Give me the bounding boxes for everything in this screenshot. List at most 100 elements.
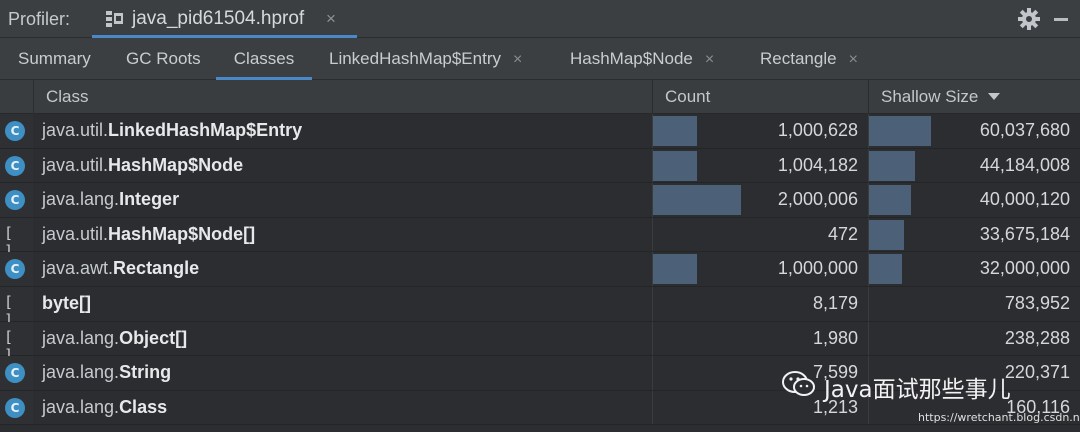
row-gutter: C xyxy=(0,148,33,183)
class-simple-name: LinkedHashMap$Entry xyxy=(108,120,303,140)
shallow-size-value: 60,037,680 xyxy=(979,120,1070,140)
class-simple-name: Integer xyxy=(119,189,180,210)
count-value: 1,980 xyxy=(812,327,858,348)
class-icon: C xyxy=(5,190,25,211)
class-icon: C xyxy=(5,155,25,176)
count-cell: 472 xyxy=(652,217,868,252)
shallow-size-cell: 60,037,680 xyxy=(868,114,1080,148)
table-row[interactable]: [ ] java.util.HashMap$Node[] 472 33,675,184 xyxy=(0,217,1080,260)
count-value: 1,004,182 xyxy=(777,154,858,175)
watermark: Java面试那些事儿 xyxy=(782,366,1072,406)
sort-descending-icon[interactable] xyxy=(988,93,1000,100)
class-simple-name: HashMap$Node xyxy=(108,154,244,175)
table-row[interactable]: [ ] byte[] 8,179 783,952 xyxy=(0,286,1080,329)
shallow-size-cell: 32,000,000 xyxy=(868,252,1080,286)
tab-hashmap-node[interactable]: HashMap$Node × xyxy=(570,38,714,80)
count-cell: 8,179 xyxy=(652,286,868,321)
table-row[interactable]: Cjava.lang.Integer 2,000,006 40,000,120 xyxy=(0,183,1080,218)
class-icon: C xyxy=(5,121,25,141)
shallow-size-value: 238,288 xyxy=(1004,327,1070,348)
table-row[interactable]: [ ] java.lang.Object[] 1,980 238,288 xyxy=(0,321,1080,364)
watermark-text: Java面试那些事儿 xyxy=(824,377,1011,403)
shallow-size-bar xyxy=(869,150,915,181)
close-icon[interactable]: × xyxy=(513,51,522,68)
class-package: java.lang. xyxy=(42,396,120,417)
class-package: java.util. xyxy=(42,223,109,244)
tab-linkedhashmap-entry[interactable]: LinkedHashMap$Entry × xyxy=(329,38,522,80)
count-value: 2,000,006 xyxy=(777,189,858,210)
count-cell: 1,980 xyxy=(652,321,868,356)
shallow-size-cell: 40,000,120 xyxy=(868,183,1080,217)
shallow-size-bar xyxy=(869,185,911,216)
shallow-size-value: 44,184,008 xyxy=(979,154,1070,175)
class-name: java.lang.Integer xyxy=(42,189,179,210)
column-header-class[interactable]: Class xyxy=(46,87,89,107)
column-divider[interactable] xyxy=(652,80,653,114)
class-icon: C xyxy=(5,397,25,418)
shallow-size-value: 32,000,000 xyxy=(979,258,1070,279)
class-package: java.lang. xyxy=(42,362,120,383)
class-simple-name: Class xyxy=(119,396,168,417)
column-header-shallow-size[interactable]: Shallow Size xyxy=(881,87,978,107)
class-name: java.awt.Rectangle xyxy=(42,258,199,279)
profiler-tabs: Summary GC Roots Classes LinkedHashMap$E… xyxy=(0,38,1080,80)
shallow-size-bar xyxy=(869,254,902,285)
class-name: java.lang.String xyxy=(42,362,171,383)
column-divider[interactable] xyxy=(868,80,869,114)
shallow-size-bar xyxy=(869,219,904,250)
count-bar xyxy=(653,150,697,181)
count-value: 472 xyxy=(827,223,858,244)
row-gutter: C xyxy=(0,183,33,217)
gear-icon[interactable] xyxy=(1018,8,1040,30)
class-icon: C xyxy=(5,259,25,280)
tab-summary[interactable]: Summary xyxy=(18,38,91,80)
column-header-count[interactable]: Count xyxy=(665,87,710,107)
class-simple-name: byte[] xyxy=(42,292,91,313)
shallow-size-cell: 44,184,008 xyxy=(868,148,1080,183)
class-simple-name: HashMap$Node[] xyxy=(108,223,256,244)
class-name: byte[] xyxy=(42,293,91,314)
row-gutter: [ ] xyxy=(0,286,33,329)
close-icon[interactable]: × xyxy=(705,51,714,68)
class-simple-name: Rectangle xyxy=(113,258,200,279)
shallow-size-cell: 238,288 xyxy=(868,321,1080,356)
tab-rectangle[interactable]: Rectangle × xyxy=(760,38,858,80)
class-package: java.awt. xyxy=(42,258,114,279)
count-value: 8,179 xyxy=(812,292,858,313)
table-row[interactable]: Cjava.awt.Rectangle 1,000,000 32,000,000 xyxy=(0,252,1080,287)
close-icon[interactable]: × xyxy=(849,51,858,68)
count-cell: 1,004,182 xyxy=(652,148,868,183)
shallow-size-cell: 33,675,184 xyxy=(868,217,1080,252)
row-gutter: [ ] xyxy=(0,321,33,364)
row-gutter: C xyxy=(0,356,33,390)
class-package: java.util. xyxy=(42,120,109,140)
table-header: Class Count Shallow Size xyxy=(0,80,1080,114)
hprof-file-icon xyxy=(106,11,123,27)
count-cell: 1,000,000 xyxy=(652,252,868,286)
class-name: java.util.LinkedHashMap$Entry xyxy=(42,120,302,141)
class-simple-name: Object[] xyxy=(119,327,188,348)
table-row[interactable]: Cjava.util.LinkedHashMap$Entry 1,000,628 6… xyxy=(0,114,1080,149)
tab-classes[interactable]: Classes xyxy=(216,38,312,80)
close-icon[interactable]: × xyxy=(326,9,336,29)
shallow-size-bar xyxy=(869,116,931,146)
class-simple-name: String xyxy=(119,362,172,383)
column-divider[interactable] xyxy=(33,80,34,114)
row-gutter: C xyxy=(0,252,33,286)
count-bar xyxy=(653,116,697,146)
class-name: java.lang.Class xyxy=(42,397,167,418)
shallow-size-value: 40,000,120 xyxy=(979,189,1070,210)
count-bar xyxy=(653,254,697,285)
hprof-file-tab[interactable]: java_pid61504.hprof × xyxy=(92,0,357,38)
wechat-logo xyxy=(782,371,815,396)
class-package: java.lang. xyxy=(42,189,120,210)
count-cell: 2,000,006 xyxy=(652,183,868,217)
table-row[interactable]: Cjava.util.HashMap$Node 1,004,182 44,184,0… xyxy=(0,148,1080,184)
profiler-title-bar: Profiler: java_pid61504.hprof × xyxy=(0,0,1080,38)
class-name: java.lang.Object[] xyxy=(42,328,187,349)
count-value: 1,000,628 xyxy=(777,120,858,140)
count-cell: 1,000,628 xyxy=(652,114,868,148)
row-gutter: C xyxy=(0,390,33,425)
minimize-icon[interactable] xyxy=(1054,18,1068,21)
tab-gc-roots[interactable]: GC Roots xyxy=(126,38,201,80)
